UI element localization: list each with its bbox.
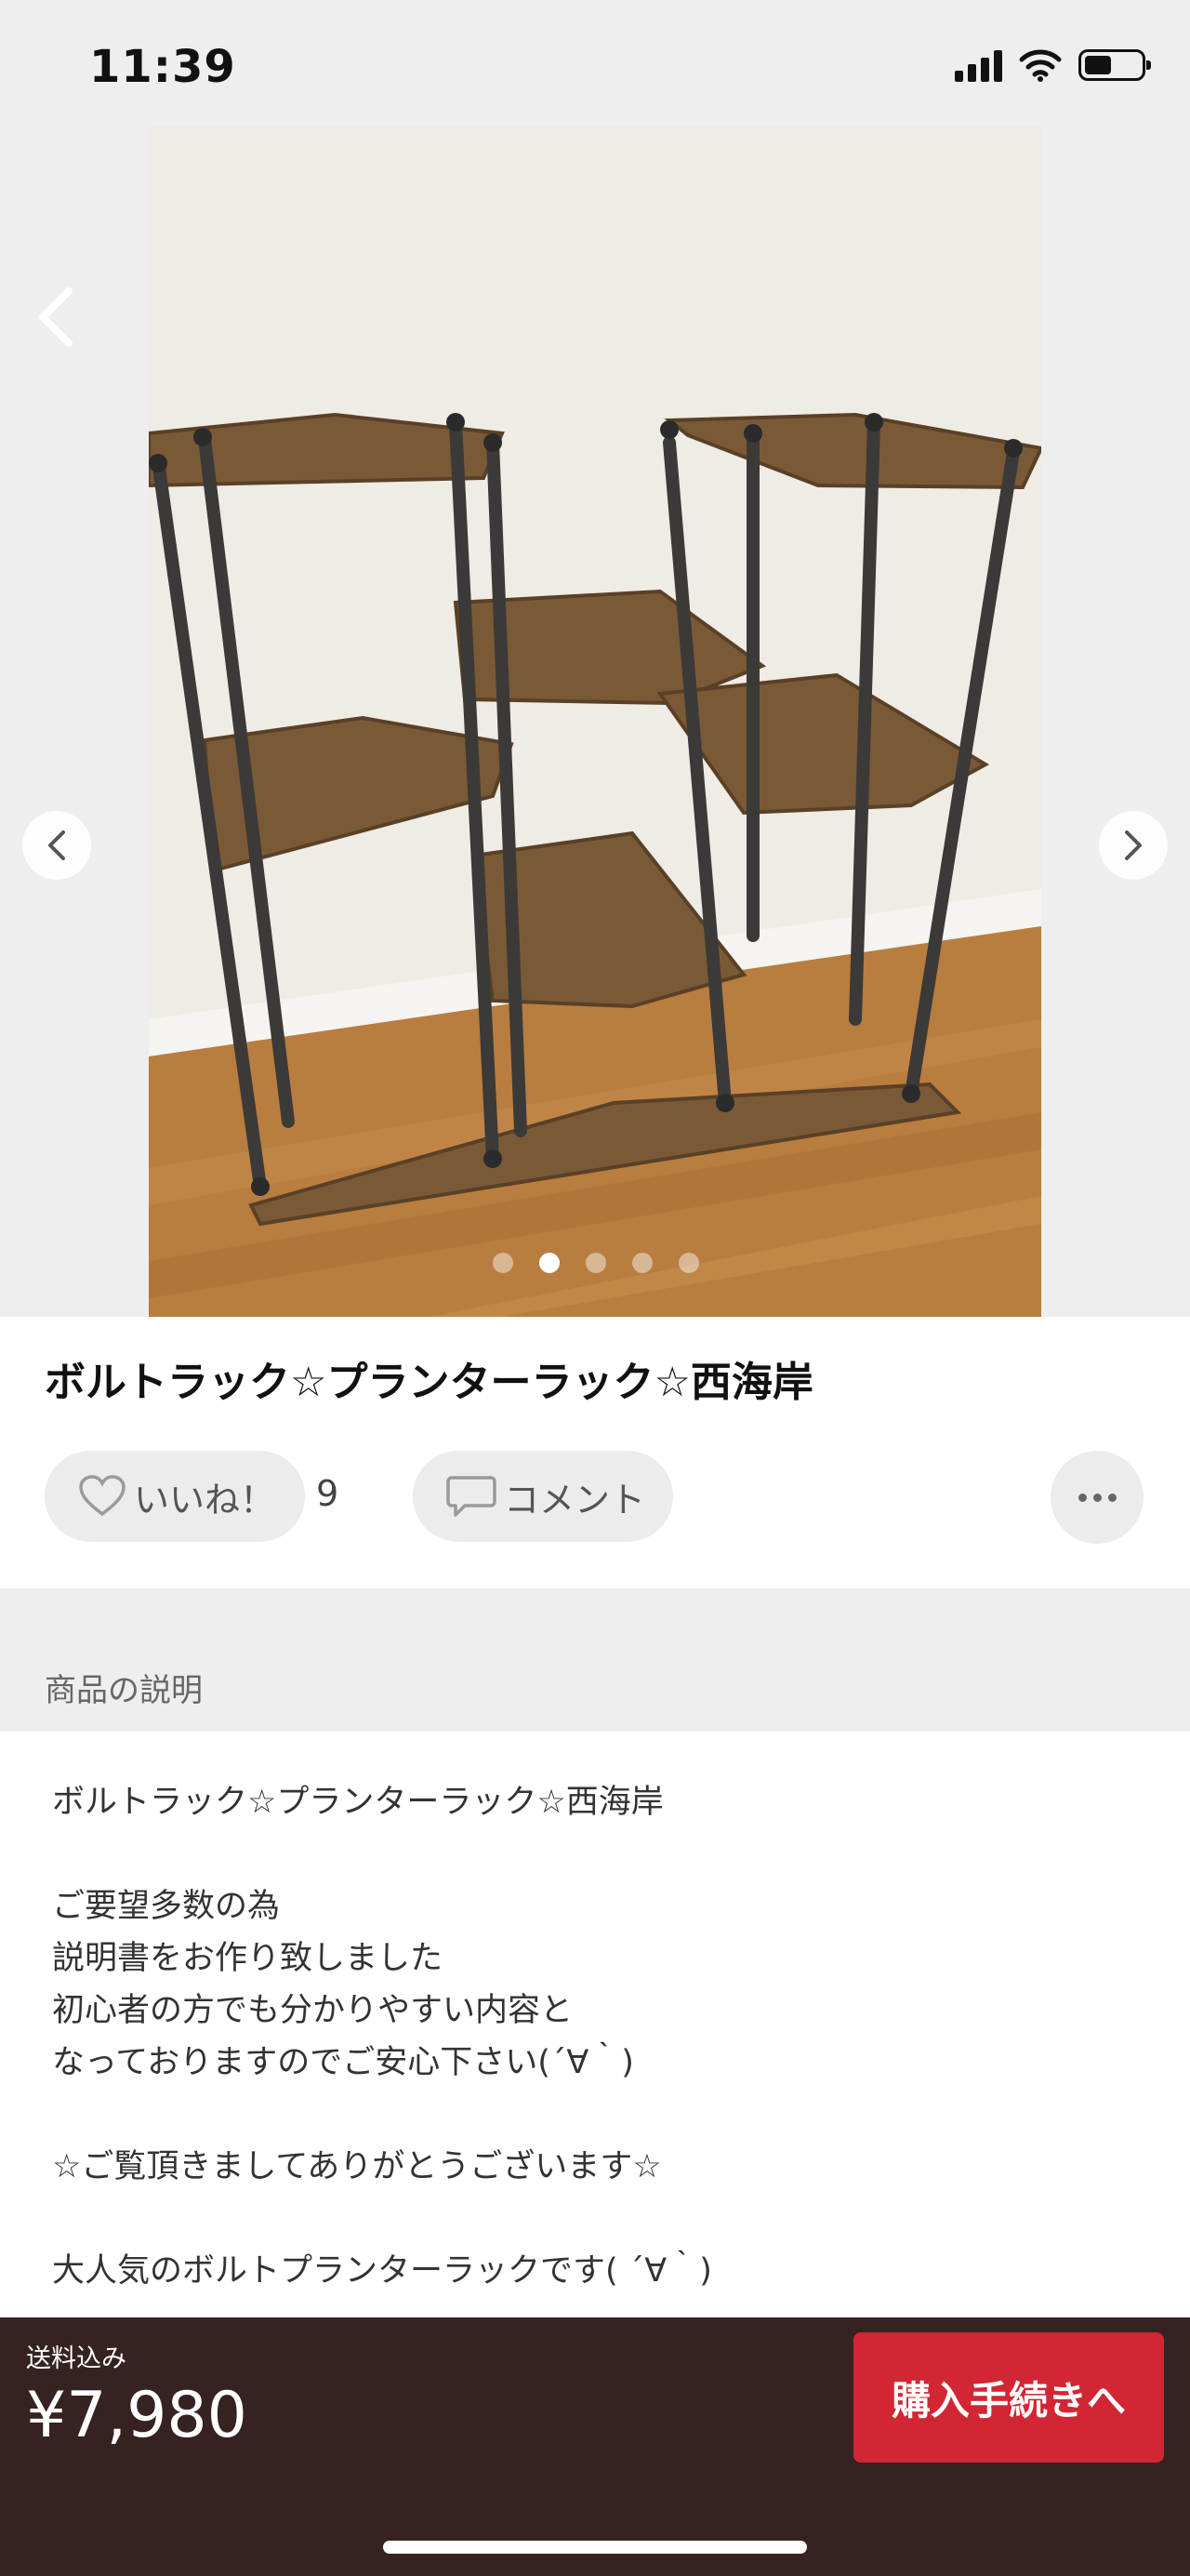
description-line: 説明書をお作り致しました <box>52 1940 443 1977</box>
product-photo <box>149 126 1041 1317</box>
description-section-header: 商品の説明 <box>0 1588 1190 1732</box>
wifi-icon <box>1019 49 1062 82</box>
carousel-dot[interactable] <box>679 1253 699 1273</box>
comment-icon <box>446 1476 496 1517</box>
comment-label: コメント <box>504 1479 646 1520</box>
shipping-label: 送料込み <box>26 2344 126 2373</box>
chevron-right-icon <box>1125 830 1142 860</box>
home-indicator[interactable] <box>383 2541 807 2554</box>
description-header: 商品の説明 <box>45 1672 203 1709</box>
product-title: ボルトラック☆プランターラック☆西海岸 <box>45 1359 813 1406</box>
battery-icon <box>1078 49 1151 81</box>
description-line: 大人気のボルトプランターラックです( ´∀｀) <box>52 2252 712 2290</box>
description-line: 初心者の方でも分かりやすい内容と <box>52 1992 574 2029</box>
chevron-left-icon <box>48 830 65 860</box>
like-count: 9 <box>316 1473 339 1514</box>
buy-button[interactable]: 購入手続きへ <box>853 2332 1164 2463</box>
carousel-dot[interactable] <box>586 1253 606 1273</box>
carousel-dot-active[interactable] <box>539 1253 560 1273</box>
previous-image-button[interactable] <box>22 811 91 880</box>
carousel-dot[interactable] <box>632 1253 653 1273</box>
purchase-bar: 送料込み ¥7,980 購入手続きへ <box>0 2317 1190 2576</box>
carousel-indicator <box>493 1253 699 1273</box>
signal-icon <box>955 48 1002 82</box>
like-button[interactable]: いいね！ <box>45 1451 305 1542</box>
comment-button[interactable]: コメント <box>413 1451 673 1542</box>
description-line <box>52 1828 1140 1880</box>
more-options-button[interactable] <box>1051 1451 1144 1544</box>
status-time: 11:39 <box>89 41 236 93</box>
description-line: なっておりますのでご安心下さい(´∀｀) <box>52 2044 634 2081</box>
more-icon <box>1078 1493 1087 1502</box>
back-icon <box>39 287 73 347</box>
next-image-button[interactable] <box>1099 811 1168 880</box>
carousel-dot[interactable] <box>493 1253 513 1273</box>
back-button[interactable] <box>28 285 84 350</box>
product-image-carousel[interactable] <box>0 126 1190 1317</box>
like-label: いいね！ <box>134 1479 276 1520</box>
price: ¥7,980 <box>26 2379 247 2452</box>
description-line: ボルトラック☆プランターラック☆西海岸 <box>52 1784 664 1821</box>
description-body: ボルトラック☆プランターラック☆西海岸 ご要望多数の為 説明書をお作り致しました… <box>52 1776 1140 2297</box>
description-line: ☆ご覧頂きましてありがとうございます☆ <box>52 2148 662 2185</box>
description-line <box>52 2089 1140 2141</box>
description-line: ご要望多数の為 <box>52 1888 281 1925</box>
status-bar: 11:39 <box>0 0 1190 126</box>
description-line <box>52 2193 1140 2245</box>
status-icons <box>955 48 1151 82</box>
heart-icon <box>79 1475 126 1517</box>
